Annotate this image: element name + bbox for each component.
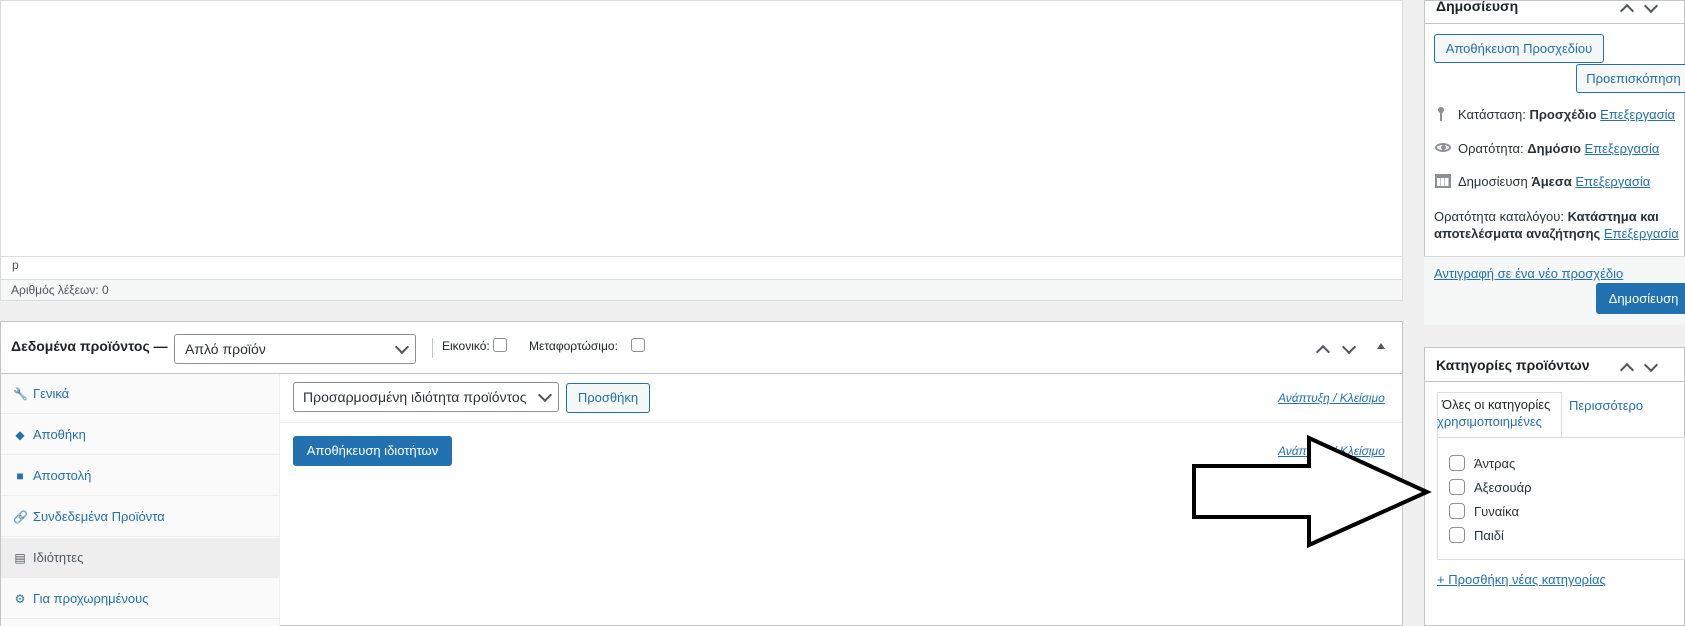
tab-attributes[interactable]: ▤ Ιδιότητες xyxy=(1,538,279,578)
visibility-label: Ορατότητα: xyxy=(1458,141,1524,156)
visibility-row: Ορατότητα: Δημόσιο Επεξεργασία xyxy=(1458,141,1659,156)
publish-time-row: Δημοσίευση Άμεσα Επεξεργασία xyxy=(1458,174,1650,189)
tab-most-used-line1: Περισσότερο xyxy=(1569,398,1644,413)
content-editor[interactable] xyxy=(0,0,1403,300)
tab-advanced[interactable]: ⚙ Για προχωρημένους xyxy=(1,579,279,619)
copy-to-draft-link[interactable]: Αντιγραφή σε ένα νέο προσχέδιο xyxy=(1434,266,1623,281)
catalog-label: Ορατότητα καταλόγου: xyxy=(1434,209,1564,224)
eye-icon-pupil xyxy=(1441,145,1446,150)
status-row: Κατάσταση: Προσχέδιο Επεξεργασία xyxy=(1458,107,1675,122)
status-label: Κατάσταση: xyxy=(1458,107,1526,122)
tab-label: Συνδεδεμένα Προϊόντα xyxy=(33,509,165,524)
chevron-down-icon xyxy=(394,339,410,355)
publish-button[interactable]: Δημοσίευση xyxy=(1596,283,1685,314)
header-separator xyxy=(432,338,433,358)
gear-icon: ⚙ xyxy=(14,592,26,606)
tab-label: Ιδιότητες xyxy=(33,550,84,565)
save-attributes-button[interactable]: Αποθήκευση ιδιοτήτων xyxy=(293,436,452,466)
toggle-panel-icon[interactable] xyxy=(1377,343,1385,349)
product-type-value: Απλό προϊόν xyxy=(185,341,266,357)
tab-shipping[interactable]: ■ Αποστολή xyxy=(1,456,279,496)
category-checkbox-men[interactable] xyxy=(1449,455,1465,471)
preview-button[interactable]: Προεπισκόπηση xyxy=(1576,64,1685,93)
status-value: Προσχέδιο xyxy=(1529,107,1597,122)
pin-icon-stem xyxy=(1440,112,1442,121)
list-icon: ▤ xyxy=(14,551,26,565)
product-type-select[interactable]: Απλό προϊόν xyxy=(174,334,416,364)
tab-all-categories-label: Όλες οι κατηγορίες xyxy=(1442,397,1551,412)
tab-label: Αποστολή xyxy=(33,468,92,483)
word-count: Αριθμός λέξεων: 0 xyxy=(11,283,109,297)
attribute-taxonomy-select[interactable]: Προσαρμοσμένη ιδιότητα προϊόντος xyxy=(293,382,559,412)
visibility-edit-link[interactable]: Επεξεργασία xyxy=(1585,141,1660,156)
publish-header-divider xyxy=(1424,23,1685,24)
category-checkbox-kids[interactable] xyxy=(1449,527,1465,543)
catalog-value-1: Κατάστημα και xyxy=(1567,209,1659,224)
category-checkbox-accessories[interactable] xyxy=(1449,479,1465,495)
add-attribute-button[interactable]: Προσθήκη xyxy=(566,383,650,413)
chevron-down-icon xyxy=(537,387,553,403)
catalog-edit-link[interactable]: Επεξεργασία xyxy=(1604,226,1679,241)
status-edit-link[interactable]: Επεξεργασία xyxy=(1600,107,1675,122)
downloadable-label: Μεταφορτώσιμο: xyxy=(529,339,618,353)
category-label: Αξεσουάρ xyxy=(1474,480,1532,495)
categories-title: Κατηγορίες προϊόντων xyxy=(1436,357,1590,373)
category-checkbox-women[interactable] xyxy=(1449,503,1465,519)
wrench-icon: 🔧 xyxy=(13,387,28,401)
publish-label: Δημοσίευση xyxy=(1458,174,1528,189)
tab-most-used-line2[interactable]: χρησιμοποιημένες xyxy=(1437,414,1542,429)
tab-inventory[interactable]: ◆ Αποθήκη xyxy=(1,415,279,455)
publish-value: Άμεσα xyxy=(1531,174,1572,189)
editor-divider xyxy=(0,256,1403,257)
save-draft-button[interactable]: Αποθήκευση Προσχεδίου xyxy=(1434,34,1604,63)
add-new-category-link[interactable]: + Προσθήκη νέας κατηγορίας xyxy=(1437,572,1606,587)
truck-icon: ■ xyxy=(16,469,24,483)
tab-label: Για προχωρημένους xyxy=(33,591,149,606)
calendar-icon xyxy=(1435,174,1451,188)
product-data-tabs: 🔧 Γενικά ◆ Αποθήκη ■ Αποστολή 🔗 Συνδεδεμ… xyxy=(1,374,280,626)
publish-edit-link[interactable]: Επεξεργασία xyxy=(1575,174,1650,189)
category-label: Άντρας xyxy=(1474,456,1516,471)
attributes-divider xyxy=(280,422,1402,423)
link-icon: 🔗 xyxy=(13,510,28,524)
virtual-label: Εικονικό: xyxy=(442,339,490,353)
tab-label: Γενικά xyxy=(33,386,70,401)
catalog-visibility-row: Ορατότητα καταλόγου: Κατάστημα και αποτε… xyxy=(1434,208,1679,242)
tab-most-used[interactable]: Περισσότερο xyxy=(1569,397,1643,414)
product-data-title: Δεδομένα προϊόντος — xyxy=(11,338,168,354)
expand-close-link[interactable]: Ανάπτυξη / Κλείσιμο xyxy=(1278,391,1385,405)
tab-general[interactable]: 🔧 Γενικά xyxy=(1,374,279,414)
tab-label: Αποθήκη xyxy=(33,427,86,442)
word-count-bar xyxy=(0,279,1403,301)
attribute-select-value: Προσαρμοσμένη ιδιότητα προϊόντος xyxy=(303,389,527,405)
virtual-checkbox[interactable] xyxy=(493,338,507,352)
expand-close-link-2[interactable]: Ανάπτυξη / Κλείσιμο xyxy=(1278,444,1385,458)
catalog-value-2: αποτελέσματα αναζήτησης xyxy=(1434,226,1601,241)
category-label: Γυναίκα xyxy=(1474,504,1520,519)
visibility-value: Δημόσιο xyxy=(1527,141,1581,156)
tab-linked-products[interactable]: 🔗 Συνδεδεμένα Προϊόντα xyxy=(1,497,279,537)
category-label: Παιδί xyxy=(1474,528,1504,543)
categories-header-divider xyxy=(1424,381,1685,382)
tag-icon: ◆ xyxy=(15,428,25,442)
publish-title: Δημοσίευση xyxy=(1436,0,1519,14)
downloadable-checkbox[interactable] xyxy=(631,338,645,352)
editor-path: p xyxy=(12,258,19,272)
